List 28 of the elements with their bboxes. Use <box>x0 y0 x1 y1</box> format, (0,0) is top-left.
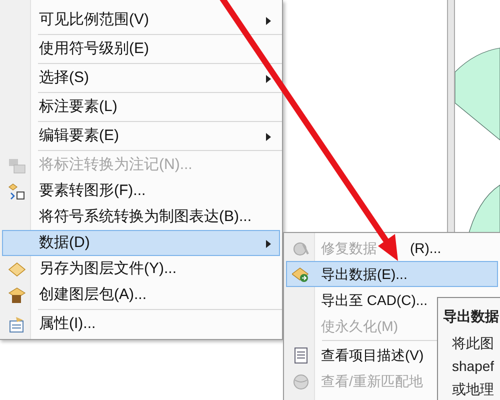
menu-item[interactable]: 属性(I)... <box>39 312 96 336</box>
menu-item[interactable]: 另存为图层文件(Y)... <box>39 258 176 280</box>
menu-item[interactable]: 选择(S) <box>39 66 89 90</box>
properties-icon <box>8 316 26 333</box>
menu-item[interactable]: 导出至 CAD(C)... <box>321 290 428 310</box>
tooltip-text: 或地理 <box>452 380 495 399</box>
tooltip-text: 将此图 <box>452 334 495 353</box>
menu-item[interactable]: 编辑要素(E) <box>39 124 119 148</box>
menu-item-text: (R)... <box>410 238 442 258</box>
menu-item[interactable]: 使用符号级别(E) <box>39 38 149 60</box>
tooltip-title: 导出数据 <box>443 307 500 326</box>
diamond-icon <box>8 261 26 278</box>
globe-icon <box>292 373 310 390</box>
menu-item[interactable]: 可见比例范围(V) <box>39 8 149 32</box>
diamond-export-icon <box>292 266 310 283</box>
annotation-icon <box>8 157 26 174</box>
menu-item[interactable]: 查看项目描述(V) <box>321 344 424 366</box>
menu-item[interactable]: 将符号系统转换为制图表达(B)... <box>39 206 252 228</box>
menu-item[interactable]: 导出数据(E)... <box>286 261 498 287</box>
menu-item[interactable]: 要素转图形(F)... <box>39 180 146 202</box>
menu-item[interactable]: 数据(D) <box>2 230 280 256</box>
tooltip-text: shapef <box>452 357 496 376</box>
menu-item[interactable]: 创建图层包(A)... <box>39 284 146 306</box>
menu-item[interactable]: 标注要素(L) <box>39 96 118 118</box>
diamond-square-icon <box>8 183 26 200</box>
document-icon <box>292 347 310 364</box>
box-icon <box>8 287 26 304</box>
tool-icon <box>292 240 310 257</box>
